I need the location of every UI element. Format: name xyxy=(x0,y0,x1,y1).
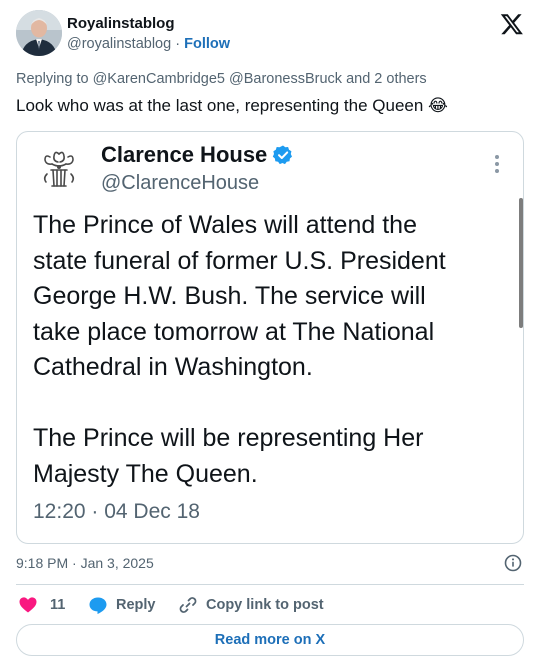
author-handle[interactable]: @royalinstablog xyxy=(67,36,171,52)
quoted-line: Cathedral in Washington. xyxy=(33,353,313,381)
heart-icon xyxy=(19,597,37,613)
quoted-author-handle[interactable]: @ClarenceHouse xyxy=(101,172,259,195)
portrait-avatar-icon xyxy=(16,10,62,56)
author-handle-line: @royalinstablog · Follow xyxy=(67,36,230,52)
divider xyxy=(16,584,524,585)
reply-button[interactable]: Reply xyxy=(88,594,156,616)
reply-bubble-icon xyxy=(89,597,107,614)
replying-to[interactable]: Replying to @KarenCambridge5 @BaronessBr… xyxy=(16,71,427,87)
reply-label: Reply xyxy=(116,597,156,613)
quoted-line: Majesty The Queen. xyxy=(33,459,258,488)
verified-badge-icon xyxy=(273,145,293,165)
post-timestamp[interactable]: 9:18 PM · Jan 3, 2025 xyxy=(16,555,154,571)
copy-link-button[interactable]: Copy link to post xyxy=(178,594,324,616)
quoted-author-name-row: Clarence House xyxy=(101,142,294,168)
follow-button[interactable]: Follow xyxy=(184,36,230,52)
quoted-line: take place tomorrow at The National xyxy=(33,317,435,346)
copy-link-label: Copy link to post xyxy=(206,597,324,613)
tweet-header: Royalinstablog @royalinstablog · Follow xyxy=(16,10,524,62)
quoted-line: The Prince of Wales will attend the xyxy=(33,211,417,239)
info-icon[interactable] xyxy=(504,554,522,572)
x-logo-icon[interactable] xyxy=(500,12,524,36)
link-icon xyxy=(179,597,197,613)
quoted-tweet-body: The Prince of Wales will attend the stat… xyxy=(33,208,513,492)
tweet-text: Look who was at the last one, representi… xyxy=(16,96,448,115)
action-bar: 11 Reply Copy link to post xyxy=(16,594,524,616)
scrollbar-thumb[interactable] xyxy=(519,198,523,328)
avatar[interactable] xyxy=(16,10,62,56)
quoted-author-name[interactable]: Clarence House xyxy=(101,142,267,168)
quoted-tweet-card[interactable]: Clarence House @ClarenceHouse The Prince… xyxy=(16,131,524,544)
quoted-line: George H.W. Bush. The service will xyxy=(33,282,426,310)
like-button[interactable]: 11 xyxy=(18,594,65,616)
handle-separator: · xyxy=(175,36,181,52)
author-name[interactable]: Royalinstablog xyxy=(67,15,175,32)
read-more-button[interactable]: Read more on X xyxy=(16,624,524,656)
quoted-timestamp: 12:20 · 04 Dec 18 xyxy=(33,500,200,523)
quoted-line: state funeral of former U.S. President xyxy=(33,246,446,275)
crest-icon xyxy=(37,148,81,192)
quoted-line: The Prince will be representing Her xyxy=(33,424,424,452)
like-count: 11 xyxy=(50,597,66,613)
more-options-icon[interactable] xyxy=(493,154,501,176)
